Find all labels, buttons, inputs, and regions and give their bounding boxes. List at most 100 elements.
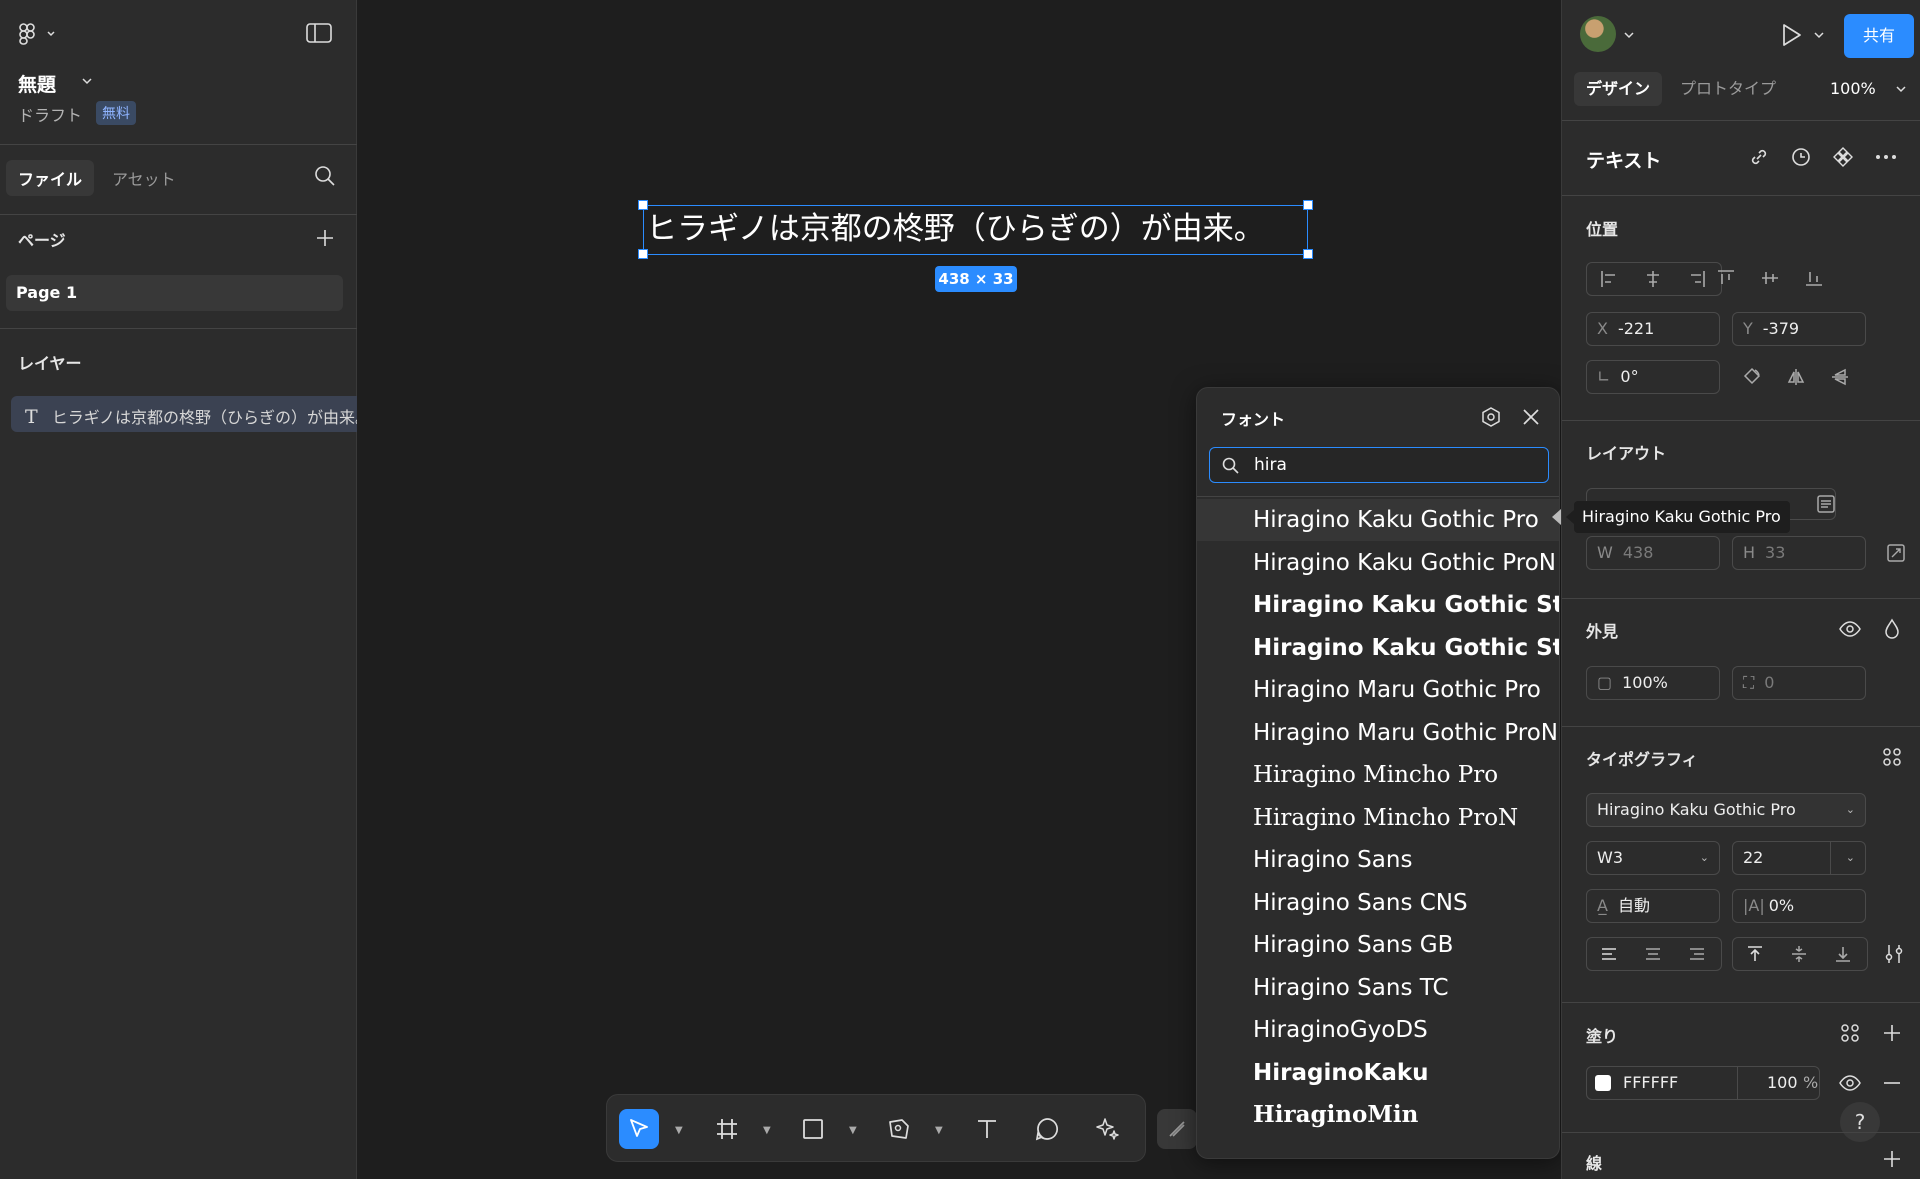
resize-handle-bottom-left[interactable] (638, 249, 648, 259)
align-middle-vertical-icon[interactable] (1748, 262, 1792, 294)
font-option[interactable]: Hiragino Sans GB (1197, 924, 1559, 966)
font-search-box[interactable] (1209, 447, 1549, 483)
share-button[interactable]: 共有 (1844, 14, 1914, 58)
flip-vertical-icon[interactable] (1822, 360, 1858, 394)
font-size-field[interactable]: 22 ⌄ (1732, 841, 1866, 875)
font-option[interactable]: HiraginoMin (1197, 1094, 1559, 1136)
y-position-field[interactable]: Y -379 (1732, 312, 1866, 346)
rotate-icon[interactable] (1734, 360, 1770, 394)
selected-text-layer[interactable]: ヒラギノは京都の柊野（ひらぎの）が由来。 (643, 205, 1308, 255)
blend-mode-drop-icon[interactable] (1874, 612, 1910, 646)
font-option[interactable]: HiraginoKaku (1197, 1052, 1559, 1094)
more-options-icon[interactable] (1874, 146, 1898, 168)
resize-handle-top-right[interactable] (1303, 200, 1313, 210)
zoom-chevron-icon[interactable] (1894, 82, 1908, 96)
font-option[interactable]: Hiragino Kaku Gothic Pro (1197, 499, 1559, 541)
opacity-field[interactable]: ▢ 100% (1586, 666, 1720, 700)
frame-tool-chevron-icon[interactable]: ▼ (763, 1125, 771, 1136)
resize-handle-bottom-right[interactable] (1303, 249, 1313, 259)
draw-mode-button[interactable] (1157, 1109, 1197, 1149)
plan-badge[interactable]: 無料 (96, 101, 136, 125)
corner-radius-field[interactable]: ⛶ 0 (1732, 666, 1866, 700)
file-title[interactable]: 無題 (18, 70, 56, 97)
text-box-icon[interactable] (1808, 487, 1844, 521)
add-page-plus-icon[interactable] (314, 227, 336, 249)
flip-horizontal-icon[interactable] (1778, 360, 1814, 394)
font-option[interactable]: Hiragino Sans (1197, 839, 1559, 881)
font-option[interactable]: Hiragino Mincho Pro (1197, 754, 1559, 796)
fill-styles-grid-icon[interactable] (1832, 1016, 1868, 1050)
style-target-icon[interactable] (1790, 146, 1812, 168)
close-icon[interactable] (1521, 407, 1541, 427)
font-option[interactable]: Hiragino Sans TC (1197, 967, 1559, 1009)
align-left-icon[interactable] (1587, 263, 1631, 295)
text-align-middle-icon[interactable] (1777, 938, 1821, 970)
present-play-icon[interactable] (1778, 22, 1804, 48)
ai-sparkle-tool-button[interactable] (1087, 1109, 1127, 1149)
constrain-proportions-icon[interactable] (1878, 536, 1914, 570)
tab-design[interactable]: デザイン (1574, 72, 1663, 106)
text-align-top-icon[interactable] (1733, 938, 1777, 970)
font-option[interactable]: Hiragino Kaku Gothic StdN (1197, 627, 1559, 669)
height-field[interactable]: H 33 (1732, 536, 1866, 570)
add-fill-plus-icon[interactable] (1874, 1016, 1910, 1050)
align-top-icon[interactable] (1704, 262, 1748, 294)
text-styles-grid-icon[interactable] (1874, 740, 1910, 774)
font-option[interactable]: Hiragino Maru Gothic Pro (1197, 669, 1559, 711)
tab-prototype[interactable]: プロトタイプ (1680, 72, 1776, 106)
remove-fill-minus-icon[interactable] (1874, 1066, 1910, 1100)
move-tool-button[interactable] (619, 1109, 659, 1149)
tab-assets[interactable]: アセット (100, 160, 188, 196)
text-align-center-icon[interactable] (1631, 938, 1675, 970)
zoom-level[interactable]: 100% (1830, 72, 1876, 106)
sidebar-toggle-icon[interactable] (306, 22, 332, 44)
type-settings-sliders-icon[interactable] (1876, 937, 1912, 971)
text-tool-button[interactable] (967, 1109, 1007, 1149)
font-option[interactable]: Hiragino Maru Gothic ProN (1197, 712, 1559, 754)
frame-tool-button[interactable] (707, 1109, 747, 1149)
add-stroke-plus-icon[interactable] (1874, 1142, 1910, 1176)
pen-tool-chevron-icon[interactable]: ▼ (935, 1125, 943, 1136)
resize-handle-top-left[interactable] (638, 200, 648, 210)
move-tool-chevron-icon[interactable]: ▼ (675, 1125, 683, 1136)
align-center-horizontal-icon[interactable] (1631, 263, 1675, 295)
text-align-bottom-icon[interactable] (1821, 938, 1865, 970)
font-weight-dropdown[interactable]: W3 ⌄ (1586, 841, 1720, 875)
width-field[interactable]: W 438 (1586, 536, 1720, 570)
font-option[interactable]: Hiragino Mincho ProN (1197, 797, 1559, 839)
font-option[interactable]: Hiragino Kaku Gothic Std (1197, 584, 1559, 626)
font-option[interactable]: Hiragino Kaku Gothic ProN (1197, 542, 1559, 584)
figma-menu-icon[interactable] (18, 22, 58, 46)
layer-item-text[interactable]: T ヒラギノは京都の柊野（ひらぎの）が由来。 (11, 396, 357, 432)
tab-file[interactable]: ファイル (6, 160, 95, 196)
fill-visibility-eye-icon[interactable] (1832, 1066, 1868, 1100)
fill-color-field[interactable]: FFFFFF 100 % (1586, 1066, 1820, 1100)
rectangle-tool-button[interactable] (793, 1109, 833, 1149)
shape-tool-chevron-icon[interactable]: ▼ (849, 1125, 857, 1136)
letter-spacing-field[interactable]: |A| 0% (1732, 889, 1866, 923)
avatar[interactable] (1580, 16, 1616, 52)
component-icon[interactable] (1832, 146, 1854, 168)
line-height-field[interactable]: A̲ 自動 (1586, 889, 1720, 923)
link-icon[interactable] (1748, 146, 1770, 168)
font-search-input[interactable] (1254, 455, 1534, 475)
font-option[interactable]: Hiragino Sans CNS (1197, 882, 1559, 924)
file-menu-chevron-icon[interactable] (80, 74, 94, 88)
present-chevron-icon[interactable] (1812, 28, 1826, 42)
x-position-field[interactable]: X -221 (1586, 312, 1720, 346)
search-icon[interactable] (314, 165, 336, 187)
font-settings-icon[interactable] (1480, 406, 1502, 428)
comment-tool-button[interactable] (1027, 1109, 1067, 1149)
font-family-dropdown[interactable]: Hiragino Kaku Gothic Pro ⌄ (1586, 793, 1866, 827)
pen-tool-button[interactable] (879, 1109, 919, 1149)
font-option[interactable]: HiraginoGyoDS (1197, 1009, 1559, 1051)
align-bottom-icon[interactable] (1792, 262, 1836, 294)
text-align-right-icon[interactable] (1675, 938, 1719, 970)
visibility-eye-icon[interactable] (1832, 612, 1868, 646)
text-align-left-icon[interactable] (1587, 938, 1631, 970)
rotation-field[interactable]: ∟ 0° (1586, 360, 1720, 394)
fill-color-swatch[interactable] (1595, 1075, 1611, 1091)
help-button[interactable]: ? (1840, 1102, 1880, 1142)
avatar-chevron-icon[interactable] (1622, 28, 1636, 42)
page-item-page-1[interactable]: Page 1 (6, 275, 343, 311)
